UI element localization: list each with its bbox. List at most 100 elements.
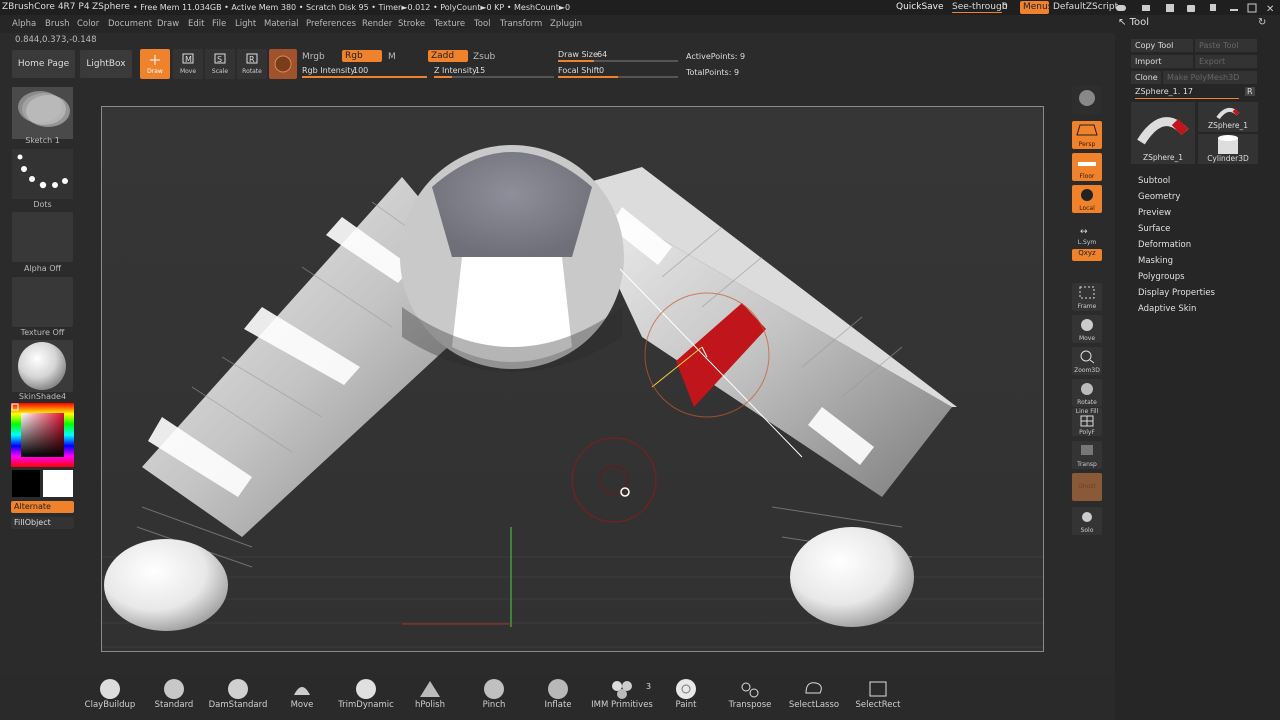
scale-mode-button[interactable]: S Scale: [205, 49, 235, 79]
fillobject-button[interactable]: FillObject: [11, 517, 74, 529]
lsym-icon: ↔: [1080, 227, 1088, 237]
menu-document[interactable]: Document: [108, 19, 152, 29]
rotate-view-label: Rotate: [1077, 399, 1097, 406]
menu-file[interactable]: File: [212, 19, 226, 29]
alpha-label: Alpha Off: [23, 264, 62, 273]
masking-section[interactable]: Masking: [1138, 256, 1173, 266]
deformation-section[interactable]: Deformation: [1138, 240, 1191, 250]
current-tool-thumbnail[interactable]: ZSphere_1: [1131, 102, 1195, 164]
draw-size-track: [558, 60, 678, 62]
adaptive-skin-section[interactable]: Adaptive Skin: [1138, 304, 1196, 314]
zsphere-tool-slider[interactable]: ZSphere_1. 17 R: [1131, 86, 1257, 100]
color-picker[interactable]: [11, 403, 74, 467]
geometry-section[interactable]: Geometry: [1138, 192, 1180, 202]
solo-button[interactable]: Solo: [1072, 507, 1102, 535]
zadd-button[interactable]: Zadd: [428, 50, 468, 62]
brush-selectrect[interactable]: SelectRect: [838, 679, 918, 715]
menu-alpha[interactable]: Alpha: [12, 19, 36, 29]
frame-button[interactable]: Frame: [1072, 283, 1102, 311]
move-mode-label: Move: [179, 68, 197, 75]
seethrough-slider[interactable]: See-through 0: [950, 1, 1010, 13]
move-view-button[interactable]: Move: [1072, 315, 1102, 343]
polyf-button[interactable]: Line Fill PolyF: [1072, 408, 1102, 436]
draw-size-slider[interactable]: Draw Size 64: [558, 49, 678, 63]
lightbox-button[interactable]: LightBox: [80, 50, 132, 78]
alpha-dots-thumbnail[interactable]: [12, 149, 73, 199]
display-properties-section[interactable]: Display Properties: [1138, 288, 1215, 298]
inflate-icon: [548, 679, 568, 699]
secondary-color-swatch[interactable]: [12, 470, 40, 497]
floor-button[interactable]: Floor: [1072, 153, 1102, 181]
import-button[interactable]: Import: [1131, 55, 1193, 68]
lsym-button[interactable]: ↔ L.Sym: [1072, 223, 1102, 246]
local-icon: [1081, 189, 1093, 201]
zsub-button[interactable]: Zsub: [473, 52, 495, 62]
rotate-view-button[interactable]: Rotate: [1072, 379, 1102, 407]
menu-edit[interactable]: Edit: [188, 19, 204, 29]
scale-mode-icon: S: [214, 53, 226, 64]
subtool-section[interactable]: Subtool: [1138, 176, 1170, 186]
refresh-icon[interactable]: ↻: [1258, 17, 1266, 28]
rotate-mode-button[interactable]: R Rotate: [237, 49, 267, 79]
zsphere-tool-thumbnail[interactable]: ZSphere_1: [1198, 102, 1258, 132]
transp-button[interactable]: Transp: [1072, 441, 1102, 469]
menu-stroke[interactable]: Stroke: [398, 19, 425, 29]
paste-tool-button[interactable]: Paste Tool: [1195, 39, 1257, 52]
menu-light[interactable]: Light: [235, 19, 256, 29]
menu-texture[interactable]: Texture: [434, 19, 465, 29]
ghost-label: Ghost: [1078, 483, 1096, 490]
export-button[interactable]: Export: [1195, 55, 1257, 68]
menu-render[interactable]: Render: [362, 19, 392, 29]
menu-draw[interactable]: Draw: [157, 19, 179, 29]
stroke-thumbnail[interactable]: [12, 87, 73, 139]
cursor-coordinates: 0.844,0.373,-0.148: [15, 35, 97, 45]
z-intensity-slider[interactable]: Z Intensity 15: [434, 65, 554, 79]
local-button[interactable]: Local: [1072, 185, 1102, 213]
mrgb-button[interactable]: Mrgb: [302, 52, 325, 62]
draw-button[interactable]: Draw: [140, 49, 170, 79]
quicksave-button[interactable]: QuickSave: [896, 2, 944, 12]
rotate-mode-label: Rotate: [242, 68, 262, 75]
persp-button[interactable]: Persp: [1072, 121, 1102, 149]
preview-section[interactable]: Preview: [1138, 208, 1171, 218]
material-swatch-button[interactable]: [269, 49, 297, 79]
lasso-icon: [805, 682, 822, 694]
standard-icon: [164, 679, 184, 699]
default-zscript[interactable]: DefaultZScript: [1053, 2, 1118, 12]
surface-section[interactable]: Surface: [1138, 224, 1170, 234]
menu-transform[interactable]: Transform: [500, 19, 542, 29]
cylinder-tool-thumbnail[interactable]: Cylinder3D: [1198, 134, 1258, 164]
menu-brush[interactable]: Brush: [45, 19, 70, 29]
r-button[interactable]: R: [1245, 87, 1255, 96]
material-thumbnail[interactable]: [12, 340, 73, 392]
move-mode-button[interactable]: M Move: [173, 49, 203, 79]
solo-label: Solo: [1080, 527, 1094, 534]
alpha-thumbnail[interactable]: [12, 212, 73, 262]
rgb-button[interactable]: Rgb: [342, 50, 382, 62]
texture-label: Texture Off: [20, 328, 65, 337]
document-canvas[interactable]: [101, 106, 1044, 652]
menu-material[interactable]: Material: [264, 19, 299, 29]
menu-zplugin[interactable]: Zplugin: [550, 19, 582, 29]
ghost-button[interactable]: Ghost: [1072, 473, 1102, 501]
menu-color[interactable]: Color: [77, 19, 99, 29]
rgb-intensity-slider[interactable]: Rgb Intensity 100: [302, 65, 427, 79]
copy-tool-button[interactable]: Copy Tool: [1131, 39, 1193, 52]
zoom3d-button[interactable]: Zoom3D: [1072, 347, 1102, 375]
primary-color-swatch[interactable]: [43, 470, 73, 497]
bpr-button[interactable]: [1072, 86, 1102, 114]
clone-button[interactable]: Clone: [1131, 71, 1161, 84]
cylinder-icon: [1218, 135, 1238, 154]
alternate-button[interactable]: Alternate: [11, 501, 74, 513]
make-polymesh-button[interactable]: Make PolyMesh3D: [1163, 71, 1257, 84]
texture-thumbnail[interactable]: [12, 277, 73, 327]
menu-tool[interactable]: Tool: [474, 19, 491, 29]
menus-button[interactable]: Menus: [1020, 1, 1052, 14]
m-button[interactable]: M: [388, 52, 396, 62]
focal-shift-slider[interactable]: Focal Shift 0: [558, 65, 678, 79]
menu-preferences[interactable]: Preferences: [306, 19, 356, 29]
home-page-button[interactable]: Home Page: [12, 50, 75, 78]
qxyz-button[interactable]: Qxyz: [1072, 249, 1102, 261]
polygroups-section[interactable]: Polygroups: [1138, 272, 1185, 282]
active-points: ActivePoints: 9: [686, 52, 746, 61]
